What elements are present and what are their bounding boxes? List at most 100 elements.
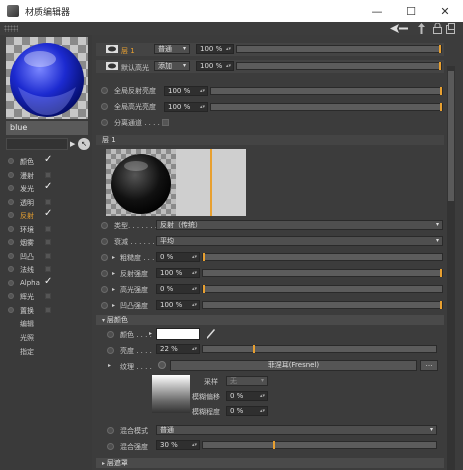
param-radio[interactable] (101, 302, 108, 309)
eyedropper-icon[interactable] (206, 328, 216, 340)
mix-mode-dropdown[interactable]: 普通 ▾ (156, 425, 437, 435)
slider-thumb[interactable] (440, 269, 442, 277)
slider-thumb[interactable] (440, 103, 442, 111)
param-radio[interactable] (101, 286, 108, 293)
layer-name[interactable]: 层 1 (121, 46, 135, 56)
more-options-button[interactable]: … (420, 360, 438, 371)
pick-button[interactable]: ↖ (78, 138, 90, 150)
texture-shader-button[interactable]: 菲涅耳(Fresnel) (170, 360, 417, 371)
channel-checkbox[interactable] (45, 266, 51, 272)
roughness-field[interactable]: 0 % ▴▾ (156, 252, 200, 262)
check-icon[interactable]: ✓ (44, 208, 52, 219)
expand-arrow-icon[interactable]: ▸ (112, 270, 115, 277)
eye-icon[interactable] (106, 45, 118, 53)
spinner-icon[interactable]: ▴▾ (200, 103, 205, 111)
mix-strength-field[interactable]: 30 % ▴▾ (156, 440, 200, 450)
slider-thumb[interactable] (203, 253, 205, 261)
channel-checkbox[interactable] (45, 198, 51, 205)
channel-item[interactable]: 反射 ✓ (6, 208, 90, 222)
spinner-icon[interactable]: ▴▾ (200, 87, 205, 95)
channel-checkbox[interactable] (45, 252, 51, 259)
mix-strength-slider[interactable] (202, 441, 437, 449)
channel-radio[interactable] (8, 198, 14, 205)
grip-handle[interactable] (4, 25, 18, 32)
channel-checkbox[interactable] (45, 293, 51, 299)
type-dropdown[interactable]: 反射（传统） ▾ (156, 220, 443, 230)
back-arrow-icon[interactable] (390, 24, 408, 33)
channel-radio[interactable] (8, 252, 14, 259)
channel-radio[interactable] (8, 212, 14, 218)
channel-radio[interactable] (8, 171, 14, 178)
attenuation-dropdown[interactable]: 平均 ▾ (156, 236, 443, 246)
channel-item[interactable]: 烟雾 (6, 236, 90, 249)
global-reflect-field[interactable]: 100 % ▴▾ (164, 86, 208, 96)
new-window-icon[interactable] (446, 23, 455, 34)
spec-strength-slider[interactable] (202, 285, 443, 293)
assign-link[interactable]: 指定 (20, 347, 34, 357)
color-swatch[interactable] (156, 328, 200, 340)
channel-radio[interactable] (8, 306, 14, 313)
channel-checkbox[interactable] (45, 225, 51, 232)
spec-strength-field[interactable]: 0 % ▴▾ (156, 284, 200, 294)
close-button[interactable]: ✕ (428, 0, 462, 22)
lock-icon[interactable] (433, 23, 442, 34)
param-radio[interactable] (101, 254, 108, 261)
channel-item[interactable]: 透明 (6, 196, 90, 209)
channel-radio[interactable] (8, 293, 14, 299)
channel-radio[interactable] (8, 225, 14, 232)
edit-link[interactable]: 编辑 (20, 319, 34, 329)
channel-item[interactable]: 漫射 (6, 169, 90, 182)
bump-strength-field[interactable]: 100 % ▴▾ (156, 300, 200, 310)
layer-opacity-slider[interactable] (236, 62, 442, 70)
blur-scale-field[interactable]: 0 % ▴▾ (226, 406, 268, 416)
spinner-icon[interactable]: ▴▾ (226, 62, 231, 70)
channel-item[interactable]: 法线 (6, 263, 90, 276)
global-spec-field[interactable]: 100 % ▴▾ (164, 102, 208, 112)
param-radio[interactable] (101, 119, 108, 126)
channel-item[interactable]: 颜色 ✓ (6, 154, 90, 168)
spinner-icon[interactable]: ▴▾ (192, 301, 197, 309)
param-radio[interactable] (101, 87, 108, 94)
param-radio[interactable] (101, 222, 108, 229)
spinner-icon[interactable]: ▴▾ (260, 407, 265, 415)
channel-radio[interactable] (8, 266, 14, 272)
spinner-icon[interactable]: ▴▾ (260, 392, 265, 400)
slider-thumb[interactable] (439, 45, 441, 53)
spinner-icon[interactable]: ▴▾ (192, 441, 197, 449)
reflect-strength-slider[interactable] (202, 269, 443, 277)
param-radio[interactable] (107, 347, 114, 354)
minimize-button[interactable]: — (360, 0, 394, 22)
channel-item[interactable]: 凹凸 (6, 250, 90, 263)
channel-radio[interactable] (8, 239, 14, 245)
layer-row[interactable]: 默认高光 添加 ▾ 100 % ▴▾ (96, 60, 444, 73)
param-radio[interactable] (101, 238, 108, 245)
check-icon[interactable]: ✓ (44, 276, 52, 287)
expand-arrow-icon[interactable]: ▸ (149, 330, 152, 337)
param-radio[interactable] (107, 427, 114, 434)
blur-offset-field[interactable]: 0 % ▴▾ (226, 391, 268, 401)
sampling-dropdown[interactable]: 无 ▾ (226, 376, 268, 386)
channel-radio[interactable] (8, 158, 14, 164)
layer-opacity-field[interactable]: 100 % ▴▾ (196, 61, 234, 71)
channel-radio[interactable] (8, 185, 14, 191)
spinner-icon[interactable]: ▴▾ (192, 285, 197, 293)
slider-thumb[interactable] (439, 62, 441, 70)
brightness-field[interactable]: 22 % ▴▾ (156, 344, 200, 354)
channel-checkbox[interactable] (45, 171, 51, 178)
eye-icon[interactable] (106, 62, 118, 70)
bump-strength-slider[interactable] (202, 301, 443, 309)
illumination-link[interactable]: 光照 (20, 333, 34, 343)
channel-checkbox[interactable] (45, 306, 51, 313)
channel-radio[interactable] (8, 279, 14, 286)
play-arrow-icon[interactable]: ▶ (70, 140, 75, 148)
separate-channels-checkbox[interactable] (162, 119, 169, 126)
global-reflect-slider[interactable] (210, 87, 443, 95)
channel-item[interactable]: 置换 (6, 304, 90, 317)
check-icon[interactable]: ✓ (44, 181, 52, 192)
scrollbar-thumb[interactable] (448, 71, 454, 201)
texture-menu-button[interactable] (158, 361, 166, 369)
layer-row[interactable]: 层 1 普通 ▾ 100 % ▴▾ (96, 43, 444, 56)
arrow-up-icon[interactable] (418, 23, 425, 34)
expand-arrow-icon[interactable]: ▸ (112, 286, 115, 293)
param-radio[interactable] (107, 443, 114, 450)
